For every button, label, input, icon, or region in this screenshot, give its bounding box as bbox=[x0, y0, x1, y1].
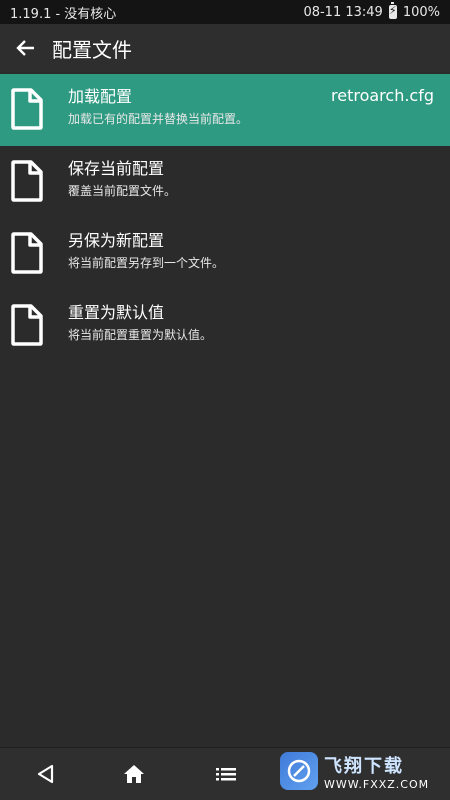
arrow-back-icon bbox=[16, 40, 34, 56]
file-icon bbox=[11, 232, 43, 274]
status-app-info: 1.19.1 - 没有核心 bbox=[10, 6, 117, 22]
menu-item-load-config[interactable]: 加载配置 加载已有的配置并替换当前配置。 retroarch.cfg bbox=[0, 74, 450, 146]
page-title: 配置文件 bbox=[52, 37, 132, 62]
menu-item-save-as-new[interactable]: 另保为新配置 将当前配置另存到一个文件。 bbox=[0, 218, 450, 290]
home-icon bbox=[124, 765, 144, 783]
status-time: 08-11 13:49 bbox=[303, 4, 383, 20]
menu-item-reset-default[interactable]: 重置为默认值 将当前配置重置为默认值。 bbox=[0, 290, 450, 362]
back-button[interactable] bbox=[14, 36, 38, 60]
menu-item-subtitle: 将当前配置另存到一个文件。 bbox=[68, 256, 225, 270]
status-right: 08-11 13:49 ⚡ 100% bbox=[303, 2, 440, 20]
watermark-icon bbox=[280, 752, 318, 790]
bottom-nav-bar: 飞翔下载 WWW.FXXZ.COM bbox=[0, 747, 450, 800]
back-triangle-icon bbox=[37, 764, 54, 784]
watermark-brand: 飞翔下载 bbox=[324, 755, 404, 777]
nav-home-button[interactable] bbox=[122, 762, 146, 786]
menu-item-title: 重置为默认值 bbox=[68, 303, 165, 322]
menu-list-icon bbox=[216, 768, 236, 781]
watermark-domain: WWW.FXXZ.COM bbox=[324, 777, 430, 791]
menu-item-save-config[interactable]: 保存当前配置 覆盖当前配置文件。 bbox=[0, 146, 450, 218]
file-icon bbox=[11, 304, 43, 346]
nav-menu-button[interactable] bbox=[214, 762, 238, 786]
menu-item-subtitle: 加载已有的配置并替换当前配置。 bbox=[68, 112, 249, 126]
menu-item-title: 保存当前配置 bbox=[68, 159, 165, 178]
menu-item-title: 另保为新配置 bbox=[68, 231, 165, 250]
file-icon bbox=[11, 88, 43, 130]
battery-icon: ⚡ bbox=[388, 2, 397, 19]
menu-item-subtitle: 覆盖当前配置文件。 bbox=[68, 184, 177, 198]
file-icon bbox=[11, 160, 43, 202]
settings-list: 加载配置 加载已有的配置并替换当前配置。 retroarch.cfg 保存当前配… bbox=[0, 74, 450, 362]
battery-percent: 100% bbox=[402, 4, 440, 20]
status-bar: 1.19.1 - 没有核心 08-11 13:49 ⚡ 100% bbox=[0, 0, 450, 24]
menu-item-subtitle: 将当前配置重置为默认值。 bbox=[68, 328, 213, 342]
nav-back-button[interactable] bbox=[34, 762, 58, 786]
watermark-logo: 飞翔下载 WWW.FXXZ.COM bbox=[280, 750, 440, 792]
app-header: 配置文件 bbox=[0, 24, 450, 72]
menu-item-value: retroarch.cfg bbox=[331, 86, 434, 105]
